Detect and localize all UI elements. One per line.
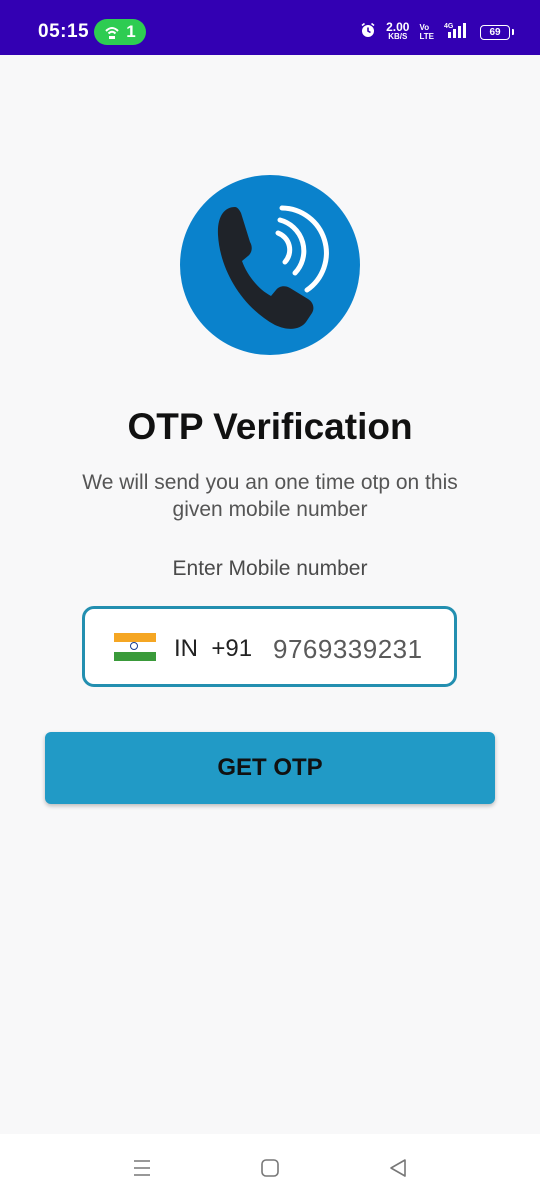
speed-value: 2.00 <box>386 20 410 34</box>
home-icon[interactable] <box>258 1156 282 1180</box>
mobile-number-label: Enter Mobile number <box>172 557 368 580</box>
status-time: 05:15 <box>38 21 90 42</box>
phone-number-input[interactable] <box>273 634 445 665</box>
signal-icon: 4G <box>444 21 470 44</box>
status-icons: 2.00 KB/S Vo LTE 4G 69 <box>360 19 514 45</box>
network-speed: 2.00 KB/S <box>386 20 410 42</box>
page-subtitle: We will send you an one time otp on this… <box>82 471 458 521</box>
back-icon[interactable] <box>386 1156 410 1180</box>
battery-level: 69 <box>489 26 501 38</box>
navigation-bar <box>0 1134 540 1200</box>
india-flag-icon[interactable] <box>114 633 156 661</box>
svg-text:4G: 4G <box>444 23 454 30</box>
speed-unit: KB/S <box>388 32 408 41</box>
battery-indicator: 69 <box>480 24 514 40</box>
volte-indicator: Vo LTE <box>419 23 434 41</box>
volte-bottom: LTE <box>419 32 434 41</box>
hotspot-count: 1 <box>126 22 136 41</box>
mobile-number-field[interactable]: IN +91 <box>82 606 457 687</box>
alarm-icon <box>360 22 376 43</box>
hotspot-icon <box>104 24 120 40</box>
phone-call-icon <box>217 205 329 329</box>
menu-icon[interactable] <box>130 1156 154 1180</box>
otp-verification-screen: 05:15 1 2.00 KB/S Vo LTE 4G 69 OTP Verif… <box>0 0 540 1200</box>
country-code-picker[interactable]: IN +91 <box>174 635 252 663</box>
get-otp-button[interactable]: GET OTP <box>45 732 495 804</box>
status-bar: 05:15 1 2.00 KB/S Vo LTE 4G 69 <box>0 0 540 55</box>
volte-top: Vo <box>419 23 430 32</box>
page-title: OTP Verification <box>127 406 413 447</box>
hotspot-indicator: 1 <box>94 19 146 45</box>
call-icon-circle <box>180 175 360 355</box>
